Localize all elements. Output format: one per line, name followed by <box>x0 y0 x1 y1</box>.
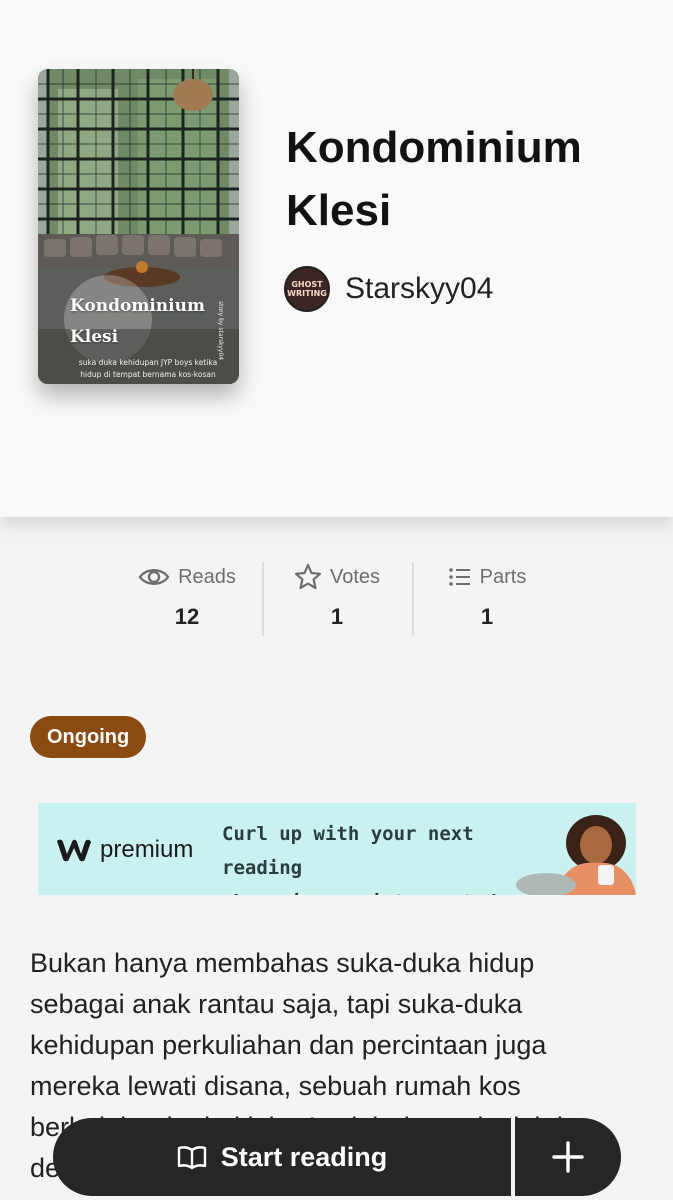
author[interactable]: GHOST WRITING Starskyy04 <box>284 266 493 312</box>
stat-votes: Votes 1 <box>262 562 412 638</box>
story-stats: Reads 12 Votes 1 Parts 1 <box>112 562 562 638</box>
avatar-text-line2: WRITING <box>287 289 327 298</box>
author-name[interactable]: Starskyy04 <box>345 272 493 306</box>
premium-logo: premium <box>54 836 193 864</box>
action-bar: Start reading <box>53 1118 621 1196</box>
eye-icon <box>138 569 170 585</box>
stat-parts-label: Parts <box>479 565 527 588</box>
plus-icon <box>552 1141 584 1173</box>
stat-reads-value: 12 <box>174 604 200 629</box>
stat-votes-label: Votes <box>329 565 381 588</box>
cover-title: Kondominium Klesi <box>70 296 205 347</box>
list-icon <box>448 568 470 586</box>
add-to-library-button[interactable] <box>515 1118 621 1196</box>
stat-parts-value: 1 <box>480 604 494 629</box>
star-icon <box>294 563 322 590</box>
wattpad-w-icon <box>57 839 91 862</box>
open-book-icon <box>177 1146 206 1170</box>
start-reading-button[interactable]: Start reading <box>53 1118 511 1196</box>
author-avatar[interactable]: GHOST WRITING <box>284 266 330 312</box>
stat-reads-label: Reads <box>178 565 236 588</box>
avatar-text-line1: GHOST <box>291 280 323 289</box>
stat-reads: Reads 12 <box>112 562 262 638</box>
premium-brand: premium <box>100 836 194 863</box>
cover-subtitle: suka duka kehidupan JYP boys ketika hidu… <box>78 358 218 379</box>
status-badge: Ongoing <box>30 716 147 758</box>
story-header: Kondominium Klesi suka duka kehidupan JY… <box>0 0 673 517</box>
book-cover[interactable]: Kondominium Klesi suka duka kehidupan JY… <box>38 69 239 384</box>
ad-text: Curl up with your next reading obsession… <box>222 823 508 895</box>
premium-ad-banner[interactable]: premium Curl up with your next reading o… <box>38 803 636 895</box>
cover-vertical-text: story by starskyy04 <box>217 301 224 361</box>
start-reading-label: Start reading <box>220 1141 388 1172</box>
ad-person-illustration <box>516 803 636 895</box>
story-title: Kondominium Klesi <box>286 123 582 235</box>
stat-votes-value: 1 <box>330 604 344 629</box>
stat-parts: Parts 1 <box>412 562 562 638</box>
